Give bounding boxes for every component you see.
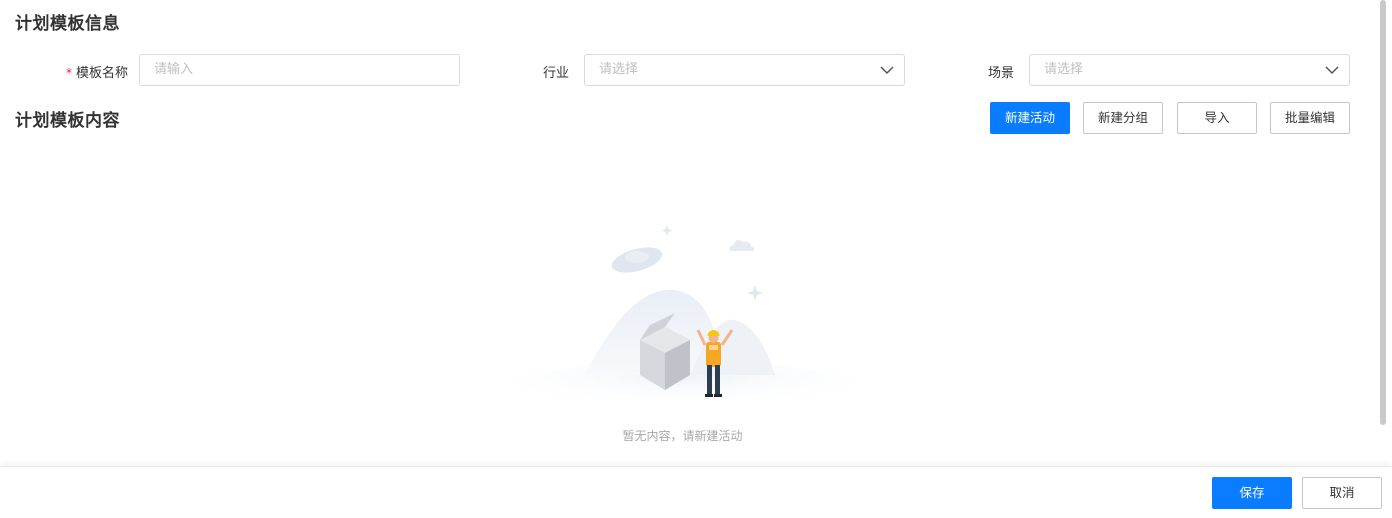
industry-placeholder: 请选择 — [599, 62, 639, 77]
empty-state-text: 暂无内容，请新建活动 — [622, 429, 743, 443]
scene-label: 场景 — [988, 66, 1015, 81]
scene-placeholder: 请选择 — [1044, 62, 1084, 77]
template-name-label-text: 模板名称 — [76, 66, 129, 81]
new-activity-button[interactable]: 新建活动 — [990, 102, 1070, 134]
template-name-placeholder: 请输入 — [154, 62, 194, 77]
footer-bar: 保存 取消 — [0, 466, 1392, 518]
page-title-info: 计划模板信息 — [15, 14, 120, 34]
required-mark: * — [66, 66, 72, 80]
save-button[interactable]: 保存 — [1212, 477, 1292, 509]
template-name-input[interactable]: 请输入 — [139, 54, 460, 86]
chevron-down-icon — [1325, 66, 1339, 75]
cancel-button[interactable]: 取消 — [1302, 477, 1382, 509]
import-button[interactable]: 导入 — [1177, 102, 1257, 134]
new-group-button[interactable]: 新建分组 — [1083, 102, 1163, 134]
page-title-content: 计划模板内容 — [15, 111, 120, 131]
scrollbar-thumb[interactable] — [1380, 0, 1386, 425]
template-name-label: * 模板名称 — [66, 62, 128, 81]
empty-state-illustration — [505, 225, 865, 405]
chevron-down-icon — [880, 66, 894, 75]
industry-select[interactable]: 请选择 — [584, 54, 905, 86]
batch-edit-button[interactable]: 批量编辑 — [1270, 102, 1350, 134]
industry-label: 行业 — [543, 66, 570, 81]
scene-select[interactable]: 请选择 — [1029, 54, 1350, 86]
